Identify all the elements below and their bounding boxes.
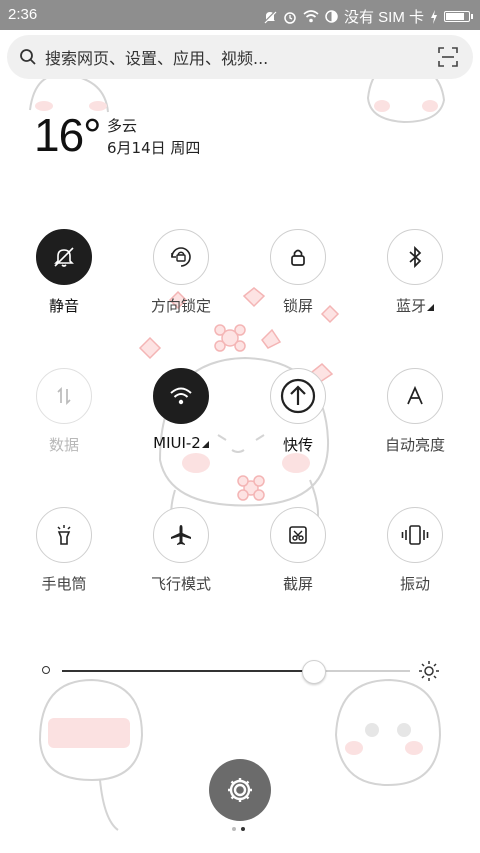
toggle-quick-share[interactable]: 快传: [243, 368, 353, 455]
charging-icon: [430, 9, 438, 24]
flashlight-icon: [57, 525, 71, 545]
page-dot: [232, 827, 236, 831]
mute-icon: [263, 9, 277, 24]
toggle-label: 快传: [282, 436, 313, 454]
battery-icon: [444, 11, 473, 22]
vibrate-icon: [401, 525, 429, 545]
toggle-auto-brightness[interactable]: 自动亮度: [360, 368, 470, 455]
toggle-label: 蓝牙: [360, 295, 470, 316]
toggle-mobile-data[interactable]: 数据: [9, 368, 119, 455]
flashlight-button[interactable]: [36, 507, 92, 563]
weather-temperature[interactable]: 16°: [34, 108, 102, 162]
quick-share-button[interactable]: [270, 368, 326, 424]
page-dot-active: [241, 827, 245, 831]
page-indicator: [232, 827, 245, 831]
lock-icon: [291, 249, 305, 266]
status-icons: 没有 SIM 卡: [263, 6, 473, 27]
alarm-icon: [283, 10, 297, 24]
rotation-lock-toggle-button[interactable]: [153, 229, 209, 285]
toggle-flashlight[interactable]: 手电筒: [9, 507, 119, 594]
airplane-mode-button[interactable]: [153, 507, 209, 563]
toggle-label: 锁屏: [282, 297, 313, 315]
rotation-lock-icon: [171, 247, 191, 267]
toggle-airplane-mode[interactable]: 飞行模式: [126, 507, 236, 594]
share-upload-icon: [280, 378, 316, 414]
toggle-lock-screen[interactable]: 锁屏: [243, 229, 353, 316]
auto-brightness-icon: [407, 385, 423, 405]
toggle-wifi[interactable]: MIUI-2: [126, 368, 236, 452]
weather-condition: 多云: [107, 117, 138, 135]
toggle-label: 截屏: [282, 575, 313, 593]
lock-screen-button[interactable]: [270, 229, 326, 285]
brightness-slider[interactable]: [40, 656, 440, 686]
toggle-label: 方向锁定: [150, 297, 211, 315]
airplane-icon: [171, 525, 191, 545]
toggle-rotation-lock[interactable]: 方向锁定: [126, 229, 236, 316]
bluetooth-icon: [409, 246, 422, 268]
vibrate-button[interactable]: [387, 507, 443, 563]
toggle-mute[interactable]: 静音: [9, 229, 119, 316]
screenshot-icon: [289, 526, 307, 544]
mobile-data-toggle-button[interactable]: [36, 368, 92, 424]
toggle-label: 飞行模式: [150, 575, 211, 593]
toggle-label: 手电筒: [41, 575, 87, 593]
toggle-bluetooth[interactable]: 蓝牙: [360, 229, 470, 316]
bluetooth-toggle-button[interactable]: [387, 229, 443, 285]
menu-indicator-icon: [427, 304, 434, 311]
toggle-label: 振动: [399, 575, 430, 593]
brightness-track-fill: [62, 670, 313, 672]
brightness-thumb[interactable]: [301, 660, 326, 684]
toggle-label: 自动亮度: [384, 436, 445, 454]
toggle-label: 数据: [48, 436, 79, 454]
weather-date: 6月14日 周四: [107, 139, 201, 157]
mobile-data-icon: [57, 386, 71, 406]
wifi-icon: [303, 10, 319, 23]
status-bar: 2:36 没有 SIM 卡: [0, 0, 480, 30]
search-icon: [20, 49, 36, 65]
status-time: 2:36: [8, 6, 38, 23]
brightness-low-icon: [42, 666, 50, 674]
toggle-label: 静音: [48, 297, 79, 315]
mute-toggle-button[interactable]: [36, 229, 92, 285]
wifi-toggle-button[interactable]: [153, 368, 209, 424]
toggle-label: MIUI-2: [126, 434, 236, 452]
toggle-screenshot[interactable]: 截屏: [243, 507, 353, 594]
auto-brightness-button[interactable]: [387, 368, 443, 424]
brightness-high-icon: [419, 661, 439, 681]
wifi-icon: [170, 387, 192, 405]
mute-icon: [54, 247, 74, 267]
screenshot-button[interactable]: [270, 507, 326, 563]
data-saver-icon: [325, 10, 338, 23]
search-bar[interactable]: 搜索网页、设置、应用、视频...: [7, 35, 473, 79]
search-placeholder: 搜索网页、设置、应用、视频...: [45, 49, 269, 68]
toggle-vibrate[interactable]: 振动: [360, 507, 470, 594]
scan-icon[interactable]: [437, 46, 459, 68]
menu-indicator-icon: [201, 441, 209, 448]
gear-icon: [228, 778, 252, 802]
settings-button[interactable]: [209, 759, 271, 821]
sim-status: 没有 SIM 卡: [343, 9, 424, 26]
